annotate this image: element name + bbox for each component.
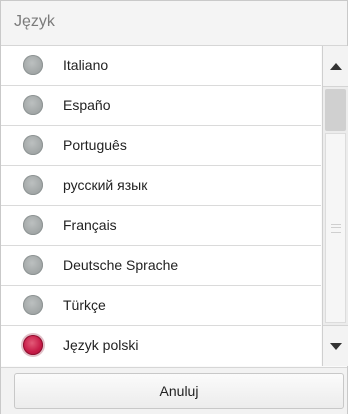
language-option-label: Język polski	[63, 337, 139, 353]
language-option-label: русский язык	[63, 177, 148, 193]
language-option[interactable]: Españo	[1, 86, 321, 126]
scroll-up-button[interactable]	[323, 46, 348, 87]
language-option[interactable]: Deutsche Sprache	[1, 246, 321, 286]
language-option[interactable]: Język polski	[1, 326, 321, 365]
language-option-label: Italiano	[63, 57, 109, 73]
title-bar: Język	[1, 1, 347, 46]
grip-lines-icon	[331, 224, 341, 233]
cancel-button[interactable]: Anuluj	[14, 373, 344, 409]
radio-button[interactable]	[23, 55, 43, 75]
radio-button[interactable]	[23, 295, 43, 315]
language-dialog: Język Italiano Españo Português русский язы…	[0, 0, 348, 414]
radio-button[interactable]	[23, 95, 43, 115]
scroll-down-button[interactable]	[323, 325, 348, 366]
language-option[interactable]: Português	[1, 126, 321, 166]
language-option-label: Türkçe	[63, 297, 106, 313]
radio-button[interactable]	[23, 135, 43, 155]
scroll-thumb-top[interactable]	[325, 89, 346, 131]
language-option[interactable]: Italiano	[1, 46, 321, 86]
scroll-thumb[interactable]	[325, 133, 346, 323]
language-option[interactable]: Français	[1, 206, 321, 246]
scrollbar[interactable]	[322, 46, 348, 366]
language-option-label: Português	[63, 137, 127, 153]
language-option[interactable]: русский язык	[1, 166, 321, 206]
language-option-label: Deutsche Sprache	[63, 257, 179, 273]
radio-button[interactable]	[23, 255, 43, 275]
triangle-down-icon	[329, 342, 342, 350]
radio-button[interactable]	[23, 215, 43, 235]
language-option-label: Españo	[63, 97, 111, 113]
language-list: Italiano Españo Português русский язык Franç…	[1, 46, 321, 366]
radio-selected[interactable]	[23, 335, 43, 355]
radio-button[interactable]	[23, 175, 43, 195]
scroll-track[interactable]	[323, 87, 348, 325]
language-option-label: Français	[63, 217, 117, 233]
triangle-up-icon	[329, 62, 342, 70]
dialog-title: Język	[14, 13, 55, 30]
language-option[interactable]: Türkçe	[1, 286, 321, 326]
dialog-footer: Anuluj	[1, 367, 347, 414]
